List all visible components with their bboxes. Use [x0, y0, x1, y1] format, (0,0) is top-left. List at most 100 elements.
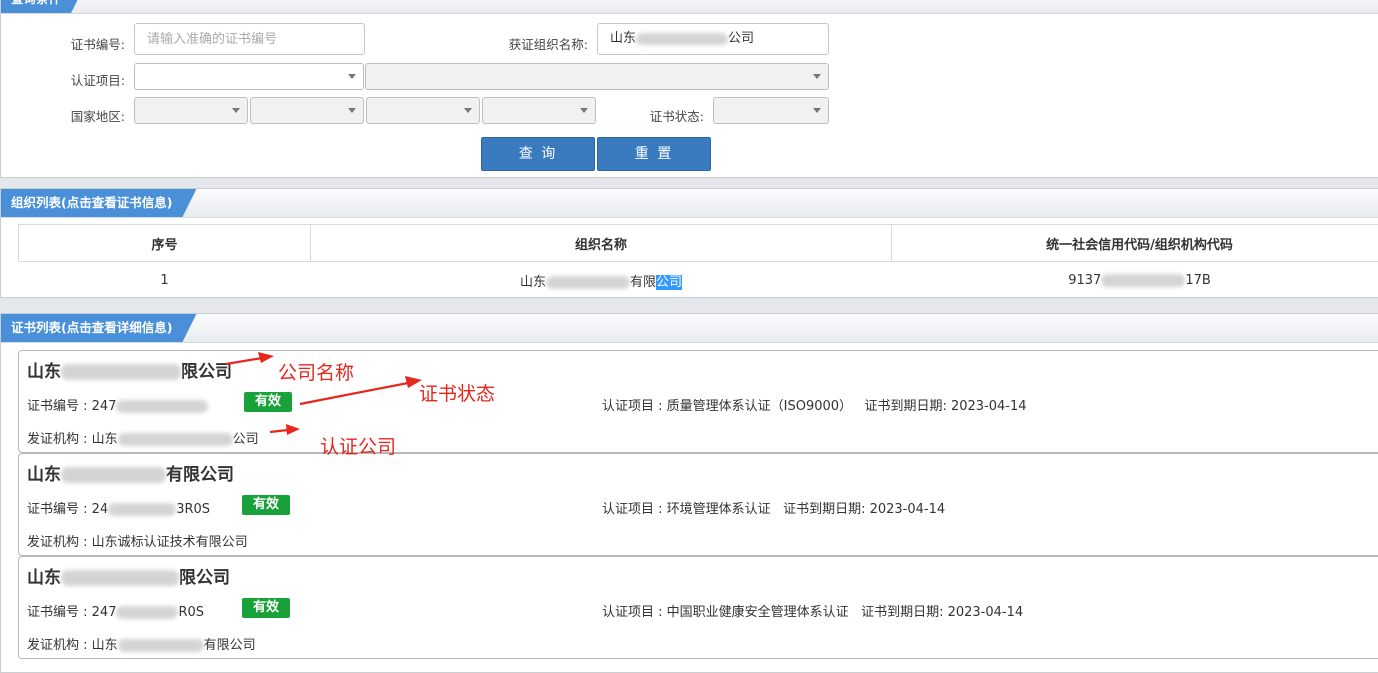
region-select-3[interactable]	[366, 97, 480, 124]
org-name-prefix: 山东	[520, 275, 546, 290]
org-name-label: 获证组织名称:	[471, 34, 588, 53]
cert-no-prefix: 24	[92, 502, 109, 517]
cert-no-suffix: R0S	[178, 605, 204, 620]
org-name-highlight: 公司	[656, 275, 682, 290]
org-table: 序号 组织名称 统一社会信用代码/组织机构代码 1 山东有限公司 913717B	[18, 224, 1378, 298]
title-prefix: 山东	[27, 465, 61, 485]
redacted-blur	[108, 503, 176, 516]
redacted-blur	[116, 606, 178, 619]
title-suffix: 限公司	[181, 362, 232, 382]
region-select-2[interactable]	[250, 97, 364, 124]
cert-project-info: 认证项目 : 环境管理体系认证 证书到期日期: 2023-04-14	[602, 498, 945, 517]
query-panel: 查询条件 证书编号: 获证组织名称: 山东公司 认证项目: 国家地区: 证书状态…	[0, 0, 1378, 178]
redacted-blur	[118, 433, 233, 446]
issuer-label: 发证机构 :	[27, 638, 92, 653]
redacted-blur	[116, 400, 208, 413]
issuer-line: 发证机构 : 山东诚标认证技术有限公司	[27, 531, 248, 550]
query-panel-header: 查询条件	[1, 0, 1378, 14]
region-select-4[interactable]	[482, 97, 596, 124]
cert-no-label: 证书编号 :	[27, 502, 92, 517]
title-prefix: 山东	[27, 568, 61, 588]
cert-project-info: 认证项目 : 中国职业健康安全管理体系认证 证书到期日期: 2023-04-14	[602, 601, 1023, 620]
status-badge: 有效	[242, 598, 290, 618]
chevron-down-icon	[232, 108, 240, 113]
cert-company-name[interactable]: 山东 限公司	[27, 357, 232, 382]
cert-card[interactable]: 山东 有限公司 证书编号 : 24 3R0S 有效 认证项目 : 环境管理体系认证 …	[18, 453, 1378, 556]
expiry-label: 证书到期日期:	[864, 399, 951, 414]
col-org-name: 组织名称	[311, 225, 892, 262]
status-badge: 有效	[244, 392, 292, 412]
col-credit-code: 统一社会信用代码/组织机构代码	[892, 225, 1378, 262]
project-label: 认证项目 :	[602, 399, 667, 414]
table-row[interactable]: 1 山东有限公司 913717B	[19, 262, 1378, 299]
query-panel-title: 查询条件	[1, 0, 85, 13]
expiry-value: 2023-04-14	[951, 399, 1027, 414]
region-select-1[interactable]	[134, 97, 248, 124]
cert-no-prefix: 247	[92, 605, 117, 620]
chevron-down-icon	[580, 108, 588, 113]
chevron-down-icon	[464, 108, 472, 113]
chevron-down-icon	[813, 74, 821, 79]
expiry-label: 证书到期日期:	[861, 605, 948, 620]
project-sub-select[interactable]	[365, 63, 829, 90]
expiry-value: 2023-04-14	[870, 502, 946, 517]
code-prefix: 9137	[1068, 273, 1101, 288]
cert-list-header: 证书列表(点击查看详细信息)	[1, 314, 1378, 343]
cert-no-label: 证书编号 :	[27, 605, 92, 620]
issuer-suffix: 有限公司	[204, 638, 256, 653]
cert-no-input[interactable]	[134, 23, 365, 55]
project-value: 环境管理体系认证	[667, 502, 771, 517]
cert-no-suffix: 3R0S	[176, 502, 210, 517]
expiry-label: 证书到期日期:	[783, 502, 870, 517]
project-value: 质量管理体系认证（ISO9000）	[667, 399, 852, 414]
project-label: 认证项目:	[41, 70, 125, 89]
cert-card[interactable]: 山东 限公司 证书编号 : 247 有效 认证项目 : 质量管理体系认证（ISO9…	[18, 350, 1378, 453]
annotation-cert-company: 认证公司	[320, 432, 396, 459]
reset-button[interactable]: 重 置	[597, 137, 711, 171]
org-list-title: 组织列表(点击查看证书信息)	[1, 189, 196, 217]
issuer-line: 发证机构 : 山东 公司	[27, 428, 259, 447]
chevron-down-icon	[348, 108, 356, 113]
title-prefix: 山东	[27, 362, 61, 382]
title-suffix: 有限公司	[166, 465, 234, 485]
cert-company-name[interactable]: 山东限公司	[27, 563, 230, 588]
status-select[interactable]	[713, 97, 829, 124]
org-name-mid: 有限	[630, 275, 656, 290]
col-index: 序号	[19, 225, 311, 262]
cert-company-name[interactable]: 山东 有限公司	[27, 460, 234, 485]
org-list-panel: 组织列表(点击查看证书信息) 序号 组织名称 统一社会信用代码/组织机构代码 1…	[0, 188, 1378, 298]
org-list-header: 组织列表(点击查看证书信息)	[1, 189, 1378, 218]
cert-no-line: 证书编号 : 247 R0S	[27, 601, 204, 620]
cert-no-line: 证书编号 : 247	[27, 395, 208, 414]
chevron-down-icon	[348, 74, 356, 79]
status-label: 证书状态:	[621, 106, 704, 125]
row-org-name[interactable]: 山东 有限公司	[311, 262, 892, 299]
cert-card[interactable]: 山东限公司 证书编号 : 247 R0S 有效 认证项目 : 中国职业健康安全管理…	[18, 556, 1378, 659]
redacted-blur	[546, 276, 630, 289]
cert-no-line: 证书编号 : 24 3R0S	[27, 498, 210, 517]
expiry-value: 2023-04-14	[948, 605, 1024, 620]
issuer-prefix: 山东	[92, 432, 118, 447]
redacted-blur	[636, 33, 728, 45]
issuer-line: 发证机构 : 山东 有限公司	[27, 634, 256, 653]
project-label: 认证项目 :	[602, 502, 667, 517]
redacted-blur	[61, 570, 179, 586]
status-badge: 有效	[242, 495, 290, 515]
org-name-prefix: 山东	[610, 31, 636, 46]
project-label: 认证项目 :	[602, 605, 667, 620]
redacted-blur	[118, 639, 204, 652]
row-credit-code: 9137 17B	[892, 262, 1378, 299]
issuer-suffix: 公司	[233, 432, 259, 447]
issuer-label: 发证机构 :	[27, 432, 92, 447]
org-name-suffix: 公司	[728, 31, 754, 46]
org-name-input[interactable]: 山东 公司	[597, 23, 829, 55]
code-suffix: 17B	[1185, 273, 1210, 288]
annotation-company-name: 公司名称	[278, 358, 354, 385]
project-select[interactable]	[134, 63, 364, 90]
project-value: 中国职业健康安全管理体系认证	[667, 605, 849, 620]
search-button[interactable]: 查 询	[481, 137, 595, 171]
redacted-blur	[61, 467, 166, 483]
issuer-prefix: 山东	[92, 638, 118, 653]
issuer-label: 发证机构 :	[27, 535, 92, 550]
cert-project-info: 认证项目 : 质量管理体系认证（ISO9000） 证书到期日期: 2023-04…	[602, 395, 1027, 414]
